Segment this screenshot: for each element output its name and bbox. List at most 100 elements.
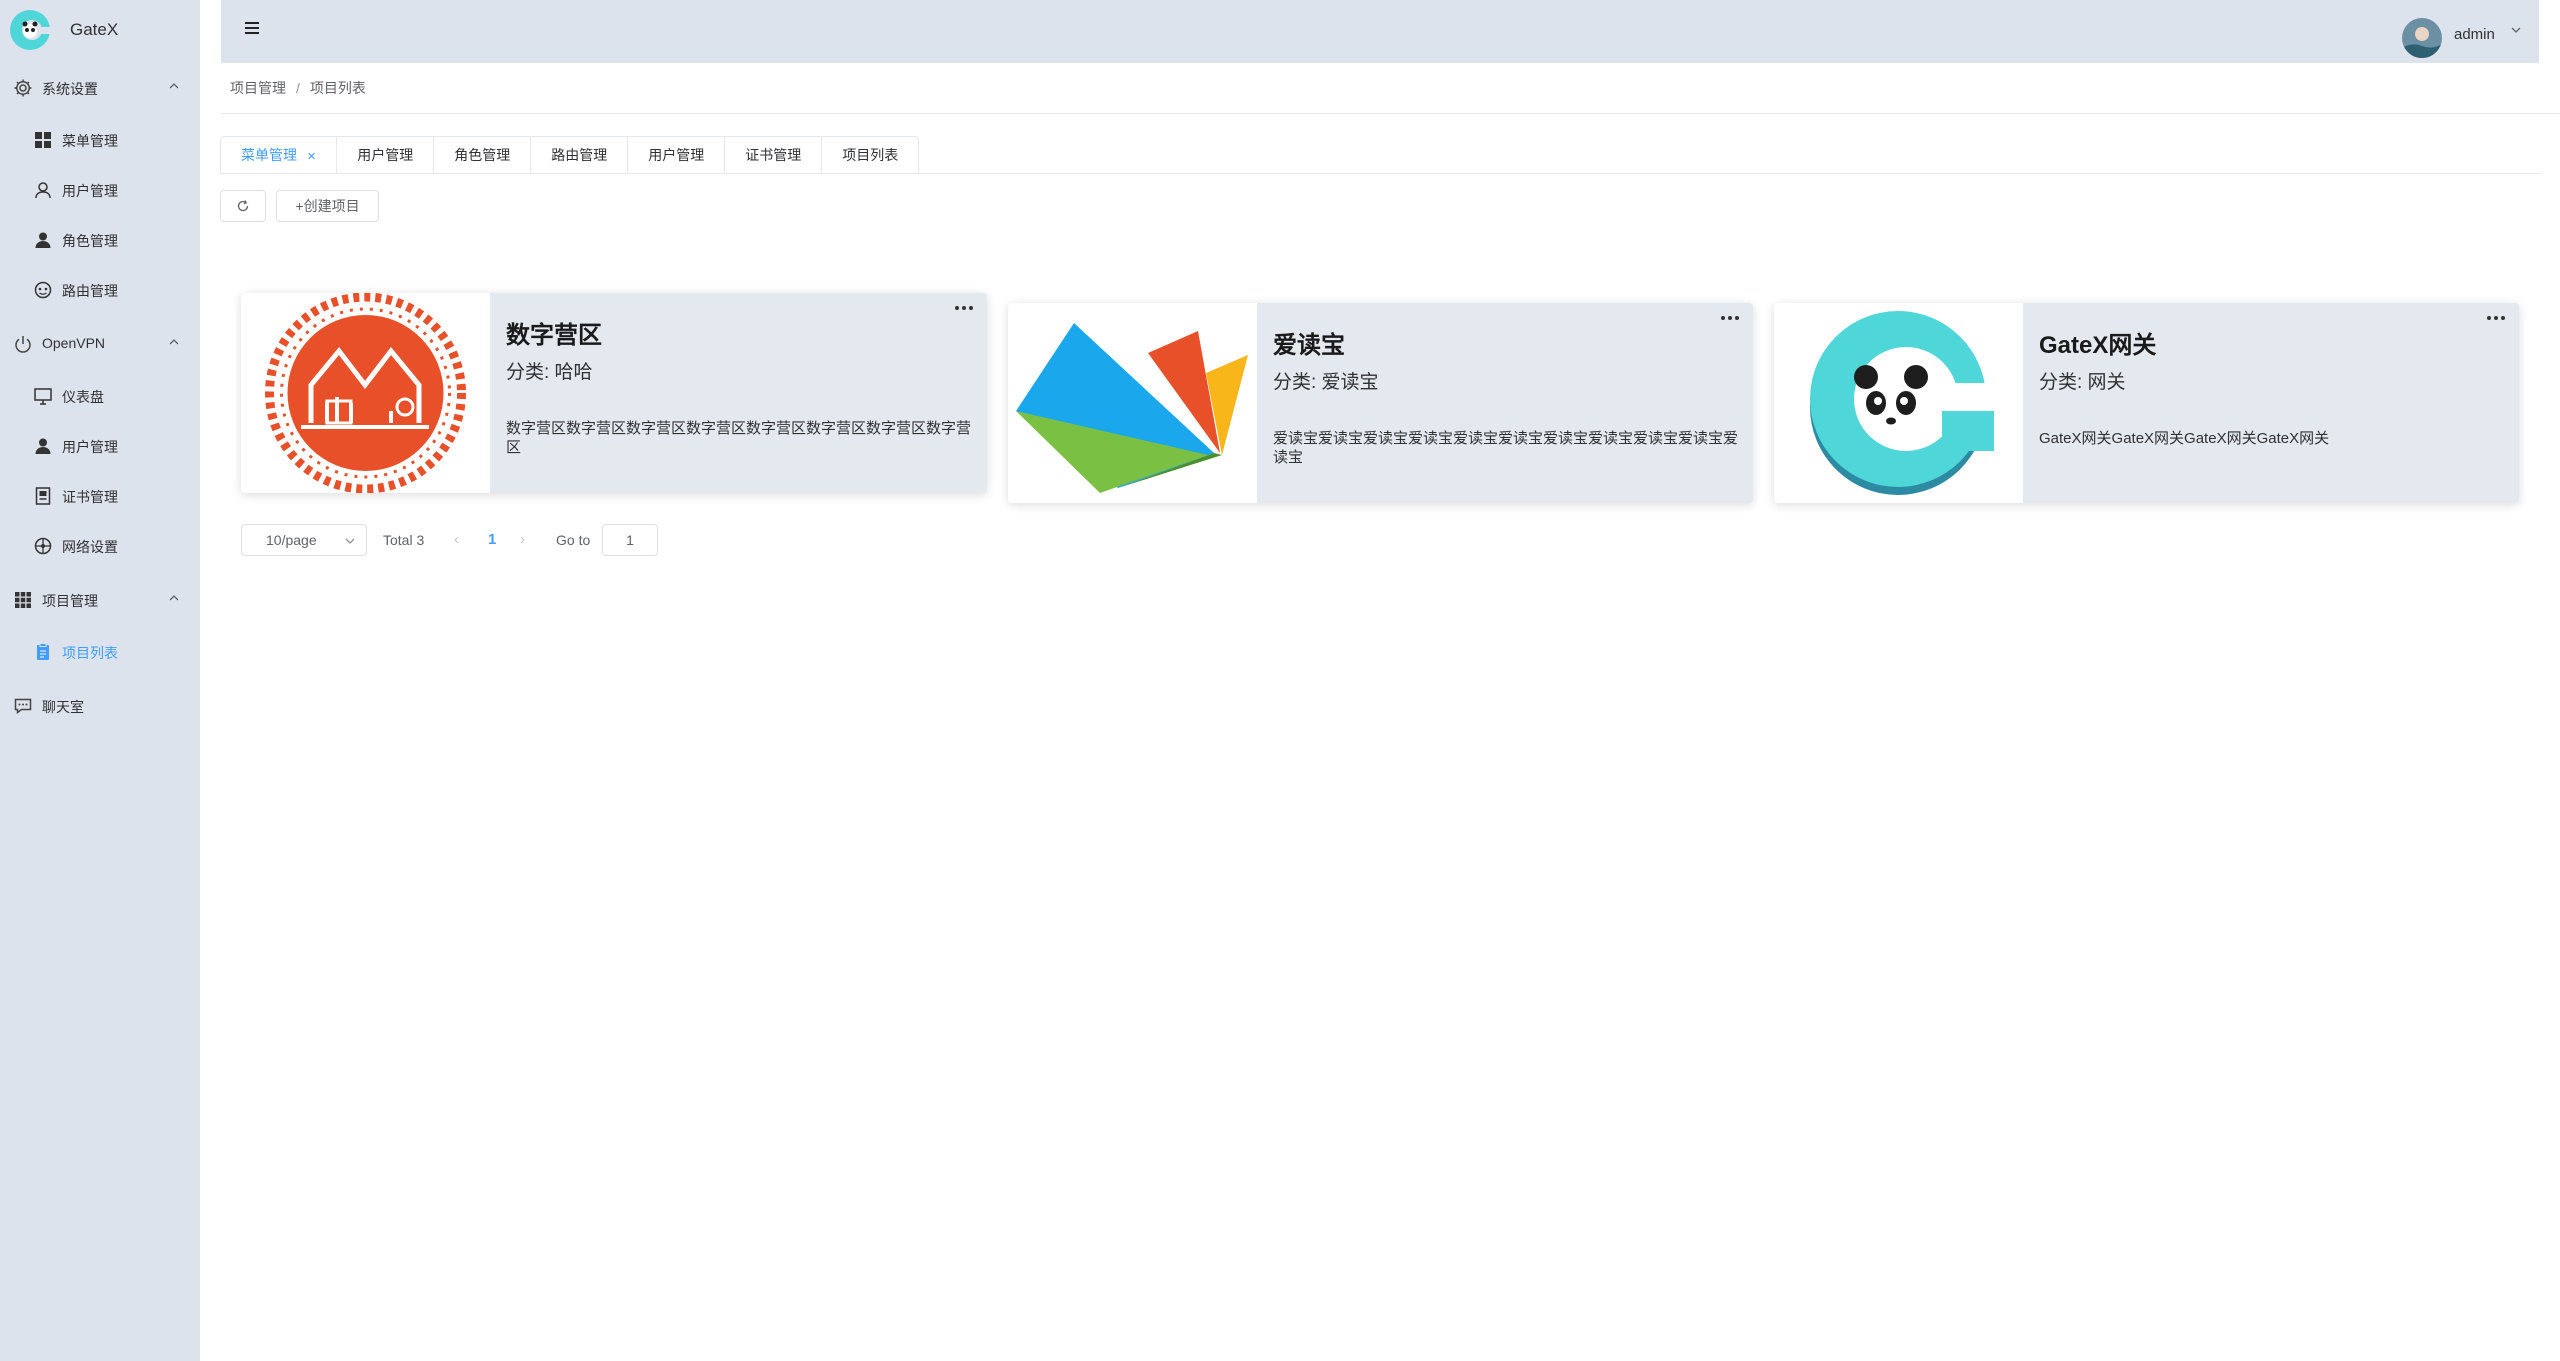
menu-group-label: OpenVPN (42, 335, 106, 351)
menu-item-chatroom[interactable]: 聊天室 (0, 684, 200, 728)
menu-group-label: 系统设置 (42, 81, 98, 97)
more-options-icon[interactable] (2485, 311, 2507, 325)
sidebar-item-label: 用户管理 (62, 183, 118, 199)
sidebar-item-route-management[interactable]: 路由管理 (0, 268, 200, 312)
create-project-button[interactable]: +创建项目 (276, 190, 379, 222)
project-category: 分类: 网关 (2039, 372, 2126, 393)
clipboard-icon (37, 643, 49, 660)
network-icon (34, 537, 52, 555)
username[interactable]: admin (2454, 26, 2495, 43)
book-logo-icon (1016, 323, 1248, 493)
route-icon (34, 281, 52, 299)
sidebar-item-label: 仪表盘 (62, 389, 104, 405)
menu-group-system-settings[interactable]: 系统设置 (0, 66, 200, 110)
project-card[interactable]: 爱读宝 分类: 爱读宝 爱读宝爱读宝爱读宝爱读宝爱读宝爱读宝爱读宝爱读宝爱读宝爱… (1008, 303, 1753, 503)
goto-page-input[interactable] (602, 524, 658, 556)
more-options-icon[interactable] (1719, 311, 1741, 325)
project-category: 分类: 哈哈 (506, 362, 593, 383)
chevron-up-icon (169, 339, 179, 345)
chat-icon (14, 698, 32, 714)
chevron-up-icon (169, 83, 179, 89)
project-logo (1774, 303, 2023, 503)
sidebar-item-menu-management[interactable]: 菜单管理 (0, 118, 200, 162)
chevron-down-icon (345, 538, 355, 544)
tab-label: 项目列表 (842, 147, 899, 163)
top-navbar: admin (221, 0, 2539, 63)
project-logo (241, 293, 490, 493)
divider (221, 113, 2560, 114)
sidebar-item-network-settings[interactable]: 网络设置 (0, 524, 200, 568)
next-page-icon[interactable]: › (520, 531, 525, 548)
page-size-select[interactable]: 10/page (241, 524, 367, 556)
tab-role-management[interactable]: 角色管理 (433, 137, 530, 174)
tab-route-management[interactable]: 路由管理 (530, 137, 627, 174)
sidebar-item-label: 路由管理 (62, 283, 118, 299)
more-options-icon[interactable] (953, 301, 975, 315)
tab-label: 路由管理 (551, 147, 608, 163)
menu-group-openvpn[interactable]: OpenVPN (0, 322, 200, 366)
project-card[interactable]: 数字营区 分类: 哈哈 数字营区数字营区数字营区数字营区数字营区数字营区数字营区… (241, 293, 987, 493)
refresh-icon (237, 200, 249, 212)
sidebar-item-vpn-user-management[interactable]: 用户管理 (0, 424, 200, 468)
apps-icon (15, 592, 31, 608)
goto-label: Go to (556, 532, 591, 548)
tab-label: 证书管理 (745, 147, 802, 163)
project-description: GateX网关GateX网关GateX网关GateX网关 (2039, 430, 2330, 447)
tab-project-list[interactable]: 项目列表 (821, 137, 918, 174)
tab-label: 用户管理 (357, 147, 414, 163)
project-card[interactable]: GateX网关 分类: 网关 GateX网关GateX网关GateX网关Gate… (1774, 303, 2519, 503)
sidebar-item-certificate-management[interactable]: 证书管理 (0, 474, 200, 518)
camp-emblem-logo-icon (265, 293, 466, 493)
sidebar-item-project-list[interactable]: 项目列表 (0, 630, 200, 674)
tab-vpn-user-management[interactable]: 用户管理 (627, 137, 724, 174)
sidebar-item-label: 菜单管理 (62, 133, 118, 149)
sidebar: GateX 系统设置 菜单管理 用户管理 角色管理 路由管理 OpenVPN 仪… (0, 0, 200, 1361)
sidebar-item-user-management[interactable]: 用户管理 (0, 168, 200, 212)
close-icon[interactable]: ✕ (307, 151, 316, 163)
certificate-icon (35, 487, 51, 505)
tab-user-management[interactable]: 用户管理 (336, 137, 433, 174)
user-solid-icon (35, 232, 51, 248)
app-logo[interactable]: GateX (0, 0, 200, 60)
tabs-baseline (220, 173, 2540, 174)
gear-icon (14, 79, 32, 97)
page-number-current[interactable]: 1 (488, 531, 496, 548)
sidebar-item-label: 用户管理 (62, 439, 118, 455)
tab-menu-management[interactable]: 菜单管理 ✕ (221, 137, 336, 174)
sidebar-item-dashboard[interactable]: 仪表盘 (0, 374, 200, 418)
pagination-total: Total 3 (383, 532, 425, 548)
sidebar-item-label: 网络设置 (62, 539, 118, 555)
project-category: 分类: 爱读宝 (1273, 372, 1379, 393)
sidebar-item-label: 证书管理 (62, 489, 118, 505)
tab-label: 角色管理 (454, 147, 511, 163)
sidebar-item-role-management[interactable]: 角色管理 (0, 218, 200, 262)
tab-label: 菜单管理 (241, 147, 297, 163)
tab-label: 用户管理 (648, 147, 705, 163)
prev-page-icon[interactable]: ‹ (454, 531, 459, 548)
avatar[interactable] (2402, 18, 2442, 58)
project-title: GateX网关 (2039, 332, 2157, 359)
menu-group-project-management[interactable]: 项目管理 (0, 578, 200, 622)
sidebar-item-label: 角色管理 (62, 233, 118, 249)
breadcrumb-separator: / (296, 80, 300, 96)
tab-certificate-management[interactable]: 证书管理 (724, 137, 821, 174)
project-description: 爱读宝爱读宝爱读宝爱读宝爱读宝爱读宝爱读宝爱读宝爱读宝爱读宝爱读宝 (1273, 430, 1739, 466)
project-title: 爱读宝 (1273, 332, 1345, 359)
menu-item-label: 聊天室 (42, 699, 84, 715)
project-title: 数字营区 (506, 322, 602, 349)
chevron-up-icon (169, 595, 179, 601)
project-logo (1008, 303, 1257, 503)
project-description: 数字营区数字营区数字营区数字营区数字营区数字营区数字营区数字营区 (506, 420, 972, 456)
app-title: GateX (70, 20, 119, 39)
breadcrumb: 项目管理 / 项目列表 (230, 78, 366, 98)
refresh-button[interactable] (220, 190, 266, 222)
chevron-down-icon[interactable] (2510, 24, 2522, 36)
menu-group-label: 项目管理 (42, 593, 98, 609)
page-size-value: 10/page (266, 532, 317, 548)
tags-view: 菜单管理 ✕ 用户管理 角色管理 路由管理 用户管理 证书管理 项目列表 (220, 136, 920, 174)
user-solid-icon (35, 438, 51, 454)
breadcrumb-item[interactable]: 项目管理 (230, 80, 286, 96)
monitor-icon (34, 388, 52, 405)
hamburger-menu-icon[interactable] (245, 22, 261, 36)
breadcrumb-item-current: 项目列表 (309, 80, 366, 96)
